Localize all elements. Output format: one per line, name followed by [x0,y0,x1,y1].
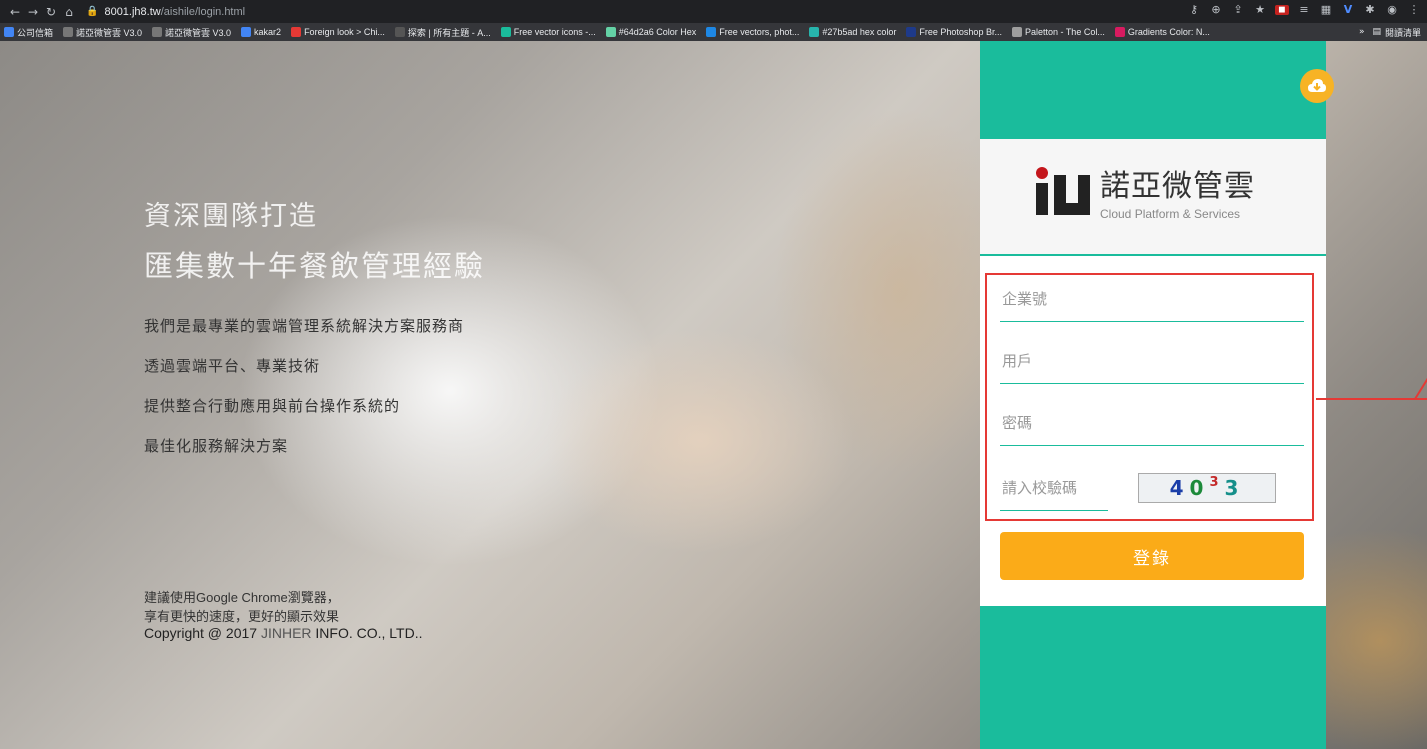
share-icon[interactable]: ⇪ [1231,3,1245,16]
bookmark-item[interactable]: kakar2 [241,27,281,37]
hero-desc-line: 透過雲端平台、專業技術 [144,357,321,375]
hero-title-line2: 匯集數十年餐飲管理經驗 [144,249,486,283]
copyright-prefix: Copyright @ 2017 [144,625,261,641]
logo-title: 諾亞微管雲 [1100,169,1255,204]
bookmark-label: Free vectors, phot... [719,27,800,37]
browser-toolbar: ← → ↻ ⌂ 🔒 8001.jh8.tw /aishile/login.htm… [0,0,1427,23]
captcha-char: 3 [1224,476,1245,500]
zoom-icon[interactable]: ⊕ [1209,3,1223,16]
bookmark-label: 諾亞微管雲 V3.0 [165,27,232,38]
extension-icons: ⚷ ⊕ ⇪ ★ ◼ ≡ ▦ V ✱ ◉ ⋮ [1187,3,1421,16]
bookmark-icon [706,27,717,37]
bookmark-item[interactable]: Free vector icons -... [500,27,596,37]
reading-list[interactable]: » ▤ 閱讀清單 [1352,23,1421,41]
profile-icon[interactable]: ◉ [1385,3,1399,16]
hero-title-line1: 資深團隊打造 [144,201,318,232]
company-id-input[interactable] [1000,278,1304,322]
captcha-input[interactable] [1000,467,1108,511]
bookmark-label: 公司信箱 [17,27,54,38]
password-input[interactable] [1000,402,1304,446]
bookmark-icon [241,27,252,37]
browser-recommendation: 建議使用Google Chrome瀏覽器， [144,590,340,605]
bookmark-item[interactable]: 諾亞微管雲 V3.0 [63,26,142,39]
annotation-line [1316,398,1427,400]
reading-list-label: 閱讀清單 [1384,28,1421,39]
url-host: 8001.jh8.tw [104,5,161,18]
bookmark-item[interactable]: Free vectors, phot... [706,27,799,37]
captcha-char: 0 [1189,476,1210,500]
bookmark-label: 諾亞微管雲 V3.0 [76,27,143,38]
hero-desc-line: 我們是最專業的雲端管理系統解決方案服務商 [144,317,465,335]
bookmark-label: #64d2a6 Color Hex [618,27,697,37]
forward-icon[interactable]: → [24,5,42,19]
bookmark-icon [394,27,405,37]
bookmark-item[interactable]: 探索 | 所有主題 - A... [394,26,491,39]
login-button[interactable]: 登錄 [1000,532,1304,580]
home-icon[interactable]: ⌂ [60,5,78,19]
bookmark-item[interactable]: #27b5ad hex color [809,27,896,37]
captcha-char: 3 [1209,474,1225,490]
bookmark-label: #27b5ad hex color [822,27,897,37]
bookmark-item[interactable]: Gradients Color: N... [1114,27,1210,37]
star-icon[interactable]: ★ [1253,3,1267,16]
copyright-suffix: INFO. CO., LTD.. [311,625,423,641]
bookmark-icon [4,27,14,37]
bookmark-item[interactable]: Free Photoshop Br... [906,27,1002,37]
bookmark-item[interactable]: 公司信箱 [4,26,53,39]
puzzle-icon[interactable]: ✱ [1363,3,1377,16]
key-icon[interactable]: ⚷ [1187,3,1201,16]
bookmark-item[interactable]: 諾亞微管雲 V3.0 [152,26,231,39]
extension-v-icon[interactable]: V [1341,3,1355,16]
hero-desc-line: 最佳化服務解決方案 [144,437,289,455]
bookmark-label: 探索 | 所有主題 - A... [407,27,491,38]
lock-icon: 🔒 [86,6,99,17]
reload-icon[interactable]: ↻ [42,5,60,19]
bookmark-icon [291,27,302,37]
login-page: 資深團隊打造 匯集數十年餐飲管理經驗 我們是最專業的雲端管理系統解決方案服務商 … [0,41,1427,749]
bookmarks-bar: 公司信箱 諾亞微管雲 V3.0 諾亞微管雲 V3.0 kakar2 Foreign lo… [0,23,1427,41]
bookmark-item[interactable]: #64d2a6 Color Hex [605,27,697,37]
browser-recommendation-detail: 享有更快的速度，更好的顯示效果 [144,609,340,624]
bookmarks-more-icon[interactable]: » [1359,27,1365,37]
reading-list-icon: ▤ [1372,27,1381,37]
bookmark-label: Free Photoshop Br... [919,27,1002,37]
bookmark-icon [605,27,616,37]
username-input[interactable] [1000,340,1304,384]
captcha-image[interactable]: 4 0 3 3 [1138,473,1276,503]
bookmark-icon [809,27,820,37]
logo-header: 諾亞微管雲 Cloud Platform & Services [980,139,1326,256]
annotation-line [1414,373,1427,400]
captcha-char: 4 [1169,476,1190,500]
extension-now-icon[interactable]: ▦ [1319,3,1333,16]
login-panel: 諾亞微管雲 Cloud Platform & Services 4 0 3 3 … [980,41,1326,749]
brand-logo-icon [1036,167,1090,215]
hero-desc-line: 提供整合行動應用與前台操作系統的 [144,397,401,415]
nav-buttons: ← → ↻ ⌂ [6,5,78,19]
address-bar[interactable]: 🔒 8001.jh8.tw /aishile/login.html [86,3,245,21]
bookmark-icon [63,27,74,37]
bookmark-item[interactable]: Foreign look > Chi... [291,27,385,37]
bookmark-icon [906,27,917,37]
copyright-brand: JINHER [260,625,312,641]
bookmark-label: Gradients Color: N... [1127,27,1210,37]
extension-red-icon[interactable]: ◼ [1275,4,1289,15]
bookmark-item[interactable]: Paletton - The Col... [1011,27,1105,37]
bookmark-label: kakar2 [254,27,282,37]
bookmark-icon [500,27,511,37]
bookmark-label: Free vector icons -... [513,27,596,37]
bookmark-icon [152,27,163,37]
logo-subtitle: Cloud Platform & Services [1100,207,1241,221]
bookmark-icon [1011,27,1022,37]
copyright: Copyright @ 2017 JINHER INFO. CO., LTD.. [144,625,422,641]
url-path: /aishile/login.html [160,5,246,18]
cloud-download-button[interactable] [1300,69,1334,103]
extension-doc-icon[interactable]: ≡ [1297,3,1311,16]
menu-icon[interactable]: ⋮ [1407,3,1421,16]
login-card: 諾亞微管雲 Cloud Platform & Services 4 0 3 3 … [980,139,1326,606]
bookmark-label: Paletton - The Col... [1024,27,1105,37]
cloud-download-icon [1308,79,1326,92]
bookmark-icon [1114,27,1125,37]
bookmark-label: Foreign look > Chi... [304,27,385,37]
back-icon[interactable]: ← [6,5,24,19]
